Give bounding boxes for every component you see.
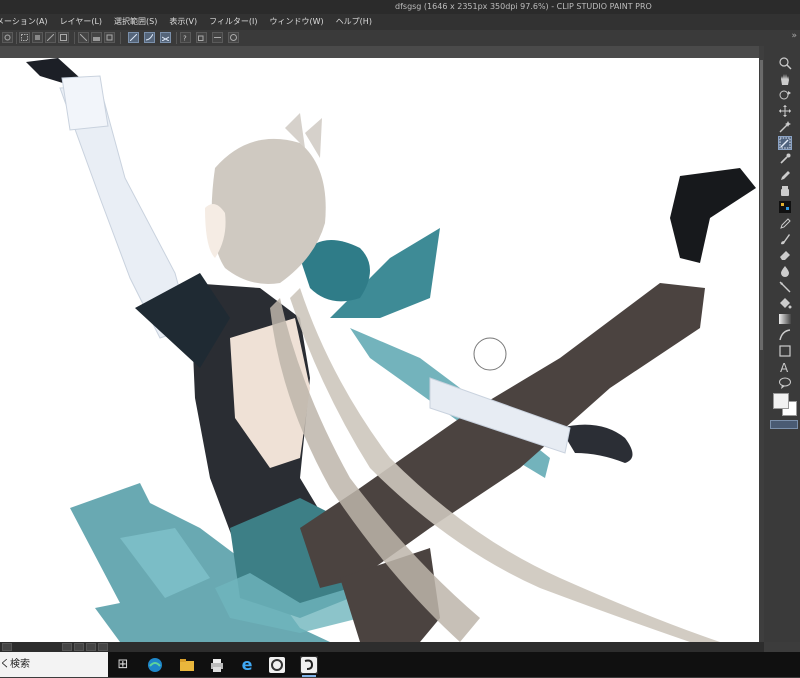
- menu-filter[interactable]: フィルター(I): [209, 14, 257, 30]
- snap-icon[interactable]: [32, 32, 43, 43]
- redo-button[interactable]: [74, 643, 84, 651]
- toolbar-divider: [120, 32, 121, 44]
- edge-icon[interactable]: [146, 656, 164, 674]
- text-icon[interactable]: A: [778, 360, 792, 374]
- task-view-icon[interactable]: ⊞: [114, 656, 132, 674]
- selection-launcher-icon[interactable]: [19, 32, 30, 43]
- settings-icon[interactable]: [2, 32, 13, 43]
- menu-window[interactable]: ウィンドウ(W): [270, 14, 324, 30]
- ink-bottle-icon[interactable]: [778, 184, 792, 198]
- zoom-icon[interactable]: [778, 56, 792, 70]
- title-bar: dfsgsg (1646 x 2351px 350dpi 97.6%) - CL…: [0, 0, 800, 14]
- line-icon[interactable]: [778, 280, 792, 294]
- fill-layer-icon[interactable]: [91, 32, 102, 43]
- task-view-glyph: ⊞: [117, 657, 129, 672]
- toolbar-divider: [16, 32, 17, 44]
- clip-studio-launcher-icon[interactable]: [268, 656, 286, 674]
- guide-icon[interactable]: [212, 32, 223, 43]
- pencil-icon[interactable]: [778, 216, 792, 230]
- pattern-icon[interactable]: [778, 200, 792, 214]
- menu-animation[interactable]: メーション(A): [0, 14, 48, 30]
- scrollbar-thumb[interactable]: [760, 60, 763, 350]
- tool-panel: A: [764, 46, 800, 642]
- material-icon[interactable]: [228, 32, 239, 43]
- printer-icon[interactable]: [208, 656, 226, 674]
- rotate-icon[interactable]: [778, 88, 792, 102]
- clip-studio-paint-icon[interactable]: [300, 656, 318, 677]
- blend-icon[interactable]: [778, 264, 792, 278]
- selection-brush-icon[interactable]: [778, 136, 792, 150]
- menu-view[interactable]: 表示(V): [169, 14, 197, 30]
- eraser-icon[interactable]: [778, 248, 792, 262]
- rectangle-icon[interactable]: [778, 344, 792, 358]
- toolbar-divider: [176, 32, 177, 44]
- brush-icon[interactable]: [778, 232, 792, 246]
- search-text: く検索: [0, 659, 30, 670]
- command-bar: ?: [0, 30, 764, 47]
- toolbar-divider: [74, 32, 75, 44]
- toolbar-right-area: »: [764, 30, 800, 46]
- main-color-swatch[interactable]: [773, 393, 789, 409]
- hand-icon[interactable]: [778, 72, 792, 86]
- balloon-icon[interactable]: [778, 376, 792, 390]
- 3d-icon[interactable]: [196, 32, 207, 43]
- artwork: [26, 58, 756, 642]
- layer-icon[interactable]: [104, 32, 115, 43]
- transparency-lock-icon[interactable]: [78, 32, 89, 43]
- curve-ruler-icon[interactable]: [778, 328, 792, 342]
- internet-explorer-icon[interactable]: e: [238, 656, 256, 674]
- ie-glyph: e: [241, 655, 253, 674]
- magic-wand-icon[interactable]: [778, 120, 792, 134]
- clear-selection-icon[interactable]: [58, 32, 69, 43]
- transparent-color-toggle[interactable]: [770, 420, 798, 429]
- canvas[interactable]: [0, 58, 759, 642]
- zoom-in-button[interactable]: [98, 643, 108, 651]
- menu-bar: メーション(A) レイヤー(L) 選択範囲(S) 表示(V) フィルター(I) ウィンドウ…: [0, 14, 800, 30]
- window-title: dfsgsg (1646 x 2351px 350dpi 97.6%) - CL…: [395, 2, 652, 11]
- file-explorer-icon[interactable]: [178, 656, 196, 674]
- ruler-icon[interactable]: [128, 32, 139, 43]
- perspective-ruler-icon[interactable]: [160, 32, 171, 43]
- transform-icon[interactable]: [45, 32, 56, 43]
- help-icon[interactable]: ?: [180, 32, 191, 43]
- move-icon[interactable]: [778, 104, 792, 118]
- svg-text:?: ?: [183, 35, 187, 42]
- navigator-button[interactable]: [2, 643, 12, 651]
- double-chevron-right-icon[interactable]: »: [791, 31, 797, 41]
- menu-layer[interactable]: レイヤー(L): [60, 14, 102, 30]
- gradient-icon[interactable]: [778, 312, 792, 326]
- menu-help[interactable]: ヘルプ(H): [336, 14, 372, 30]
- status-bar: [0, 642, 764, 652]
- zoom-out-button[interactable]: [86, 643, 96, 651]
- taskbar-search-input[interactable]: く検索: [0, 652, 108, 677]
- eyedropper-icon[interactable]: [778, 152, 792, 166]
- fill-icon[interactable]: [778, 296, 792, 310]
- undo-button[interactable]: [62, 643, 72, 651]
- pen-icon[interactable]: [778, 168, 792, 182]
- ruler-snap-icon[interactable]: [144, 32, 155, 43]
- text-tool-glyph: A: [780, 361, 789, 374]
- menu-selection[interactable]: 選択範囲(S): [114, 14, 157, 30]
